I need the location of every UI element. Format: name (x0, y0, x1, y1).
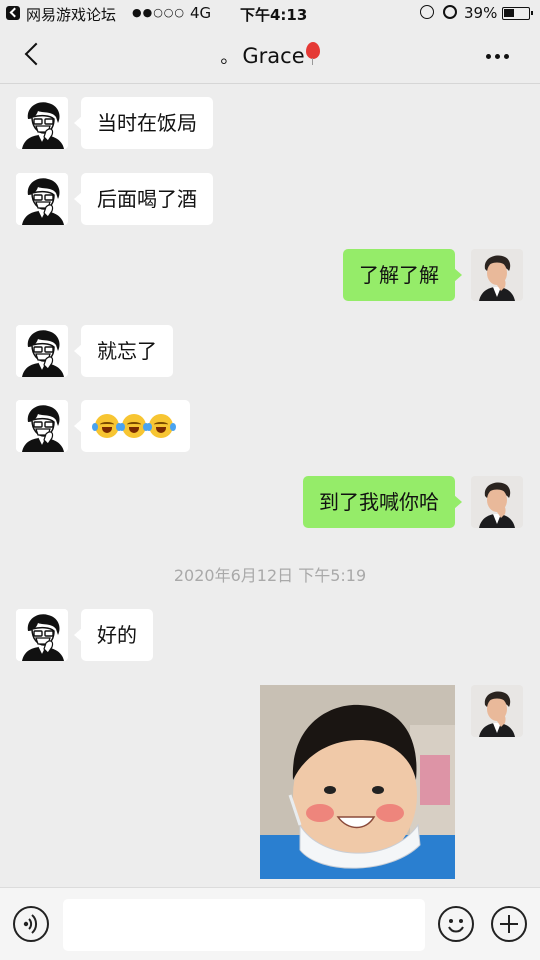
message-bubble[interactable]: 到了我喊你哈 (303, 476, 462, 528)
contact-avatar[interactable] (16, 173, 68, 225)
network-type: 4G (190, 4, 212, 22)
message-input[interactable] (63, 899, 425, 951)
message-row: 当时在饭局 (0, 97, 540, 151)
chat-timestamp: 2020年6月12日 下午5:19 (173, 566, 367, 585)
message-bubble[interactable]: 后面喝了酒 (74, 173, 213, 225)
message-row (0, 400, 540, 454)
rotation-lock-icon (420, 5, 434, 19)
contact-avatar[interactable] (16, 609, 68, 661)
alarm-icon (443, 5, 457, 19)
message-bubble[interactable]: 当时在饭局 (74, 97, 213, 149)
title-dot: 。 (220, 47, 239, 68)
battery-percent: 39% (464, 4, 498, 22)
status-bar: 网易游戏论坛 ●●○○○ 4G 下午4:13 39% (0, 0, 540, 28)
more-dots-icon[interactable] (486, 54, 510, 60)
message-bubble[interactable]: 好的 (74, 609, 153, 661)
message-row: 到了我喊你哈 (0, 476, 540, 530)
emoji-message-bubble[interactable] (74, 400, 190, 452)
chat-title: 。 Grace (0, 42, 540, 69)
my-avatar[interactable] (471, 249, 523, 301)
message-bubble[interactable]: 了解了解 (343, 249, 462, 301)
laugh-cry-emoji-icon (119, 414, 149, 438)
balloon-icon (305, 42, 320, 65)
back-to-app-icon[interactable] (6, 6, 20, 20)
chat-header: 。 Grace (0, 28, 540, 84)
message-row: 好的 (0, 609, 540, 663)
carrier-label: 网易游戏论坛 (26, 6, 117, 24)
my-avatar[interactable] (471, 476, 523, 528)
laugh-cry-emoji-icon (92, 414, 122, 438)
message-row: 就忘了 (0, 325, 540, 379)
input-bar (0, 887, 540, 960)
contact-avatar[interactable] (16, 325, 68, 377)
smiling-child-photo (260, 685, 455, 879)
message-bubble[interactable]: 就忘了 (74, 325, 173, 377)
signal-strength: ●●○○○ (132, 6, 185, 19)
contact-avatar[interactable] (16, 400, 68, 452)
message-row: 后面喝了酒 (0, 173, 540, 227)
contact-name: Grace (242, 44, 305, 68)
battery-icon (502, 7, 533, 20)
message-row: 了解了解 (0, 249, 540, 303)
my-avatar[interactable] (471, 685, 523, 737)
laugh-cry-emoji-icon (146, 414, 176, 438)
header-divider (0, 83, 540, 84)
image-message[interactable] (260, 685, 455, 879)
voice-icon[interactable] (13, 906, 49, 942)
contact-avatar[interactable] (16, 97, 68, 149)
emoji-icon[interactable] (438, 906, 474, 942)
plus-icon[interactable] (491, 906, 527, 942)
status-time: 下午4:13 (240, 6, 308, 24)
